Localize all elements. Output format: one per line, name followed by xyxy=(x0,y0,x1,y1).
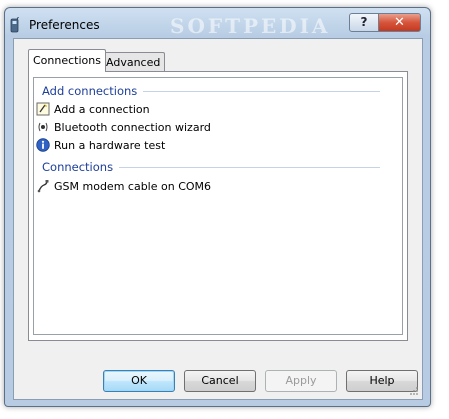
list-item-gsm-modem[interactable]: GSM modem cable on COM6 xyxy=(36,178,211,194)
cancel-button[interactable]: Cancel xyxy=(184,370,256,392)
bluetooth-icon xyxy=(38,122,48,132)
info-icon xyxy=(36,138,50,152)
list-item-label: Bluetooth connection wizard xyxy=(54,120,211,134)
tab-panel: Add connections Add a connection Bluetoo… xyxy=(28,71,408,341)
dialog-client-area: Connections Advanced Add connections Add… xyxy=(13,38,423,400)
group-header-label: Connections xyxy=(42,160,114,174)
ok-button[interactable]: OK xyxy=(103,370,175,392)
title-bar[interactable]: Preferences SOFTPEDIA ? ✕ xyxy=(5,8,430,38)
list-item-label: Run a hardware test xyxy=(54,138,166,152)
list-item-hardware-test[interactable]: Run a hardware test xyxy=(36,137,165,153)
connections-list: Add connections Add a connection Bluetoo… xyxy=(33,77,403,335)
apply-button[interactable]: Apply xyxy=(265,370,337,392)
list-item-label: GSM modem cable on COM6 xyxy=(54,179,212,193)
watermark: SOFTPEDIA xyxy=(170,14,331,38)
wizard-icon xyxy=(36,102,50,116)
group-header-label: Add connections xyxy=(42,84,138,98)
cable-icon xyxy=(37,180,49,193)
tab-advanced[interactable]: Advanced xyxy=(101,52,166,72)
group-header-connections: Connections xyxy=(42,160,380,174)
tab-connections[interactable]: Connections xyxy=(28,49,106,72)
resize-grip-icon[interactable] xyxy=(409,386,419,396)
group-divider xyxy=(143,90,380,92)
list-item-label: Add a connection xyxy=(54,102,150,116)
list-item-bluetooth-wizard[interactable]: Bluetooth connection wizard xyxy=(36,119,211,135)
list-item-add-connection[interactable]: Add a connection xyxy=(36,101,150,117)
group-header-add-connections: Add connections xyxy=(42,84,380,98)
preferences-window: Preferences SOFTPEDIA ? ✕ Connections Ad… xyxy=(4,7,431,407)
group-divider xyxy=(119,166,380,168)
help-button[interactable]: Help xyxy=(346,370,418,392)
help-caption-button[interactable]: ? xyxy=(349,13,379,32)
window-title: Preferences xyxy=(29,18,100,32)
phone-app-icon xyxy=(10,17,19,33)
close-button[interactable]: ✕ xyxy=(378,13,421,32)
